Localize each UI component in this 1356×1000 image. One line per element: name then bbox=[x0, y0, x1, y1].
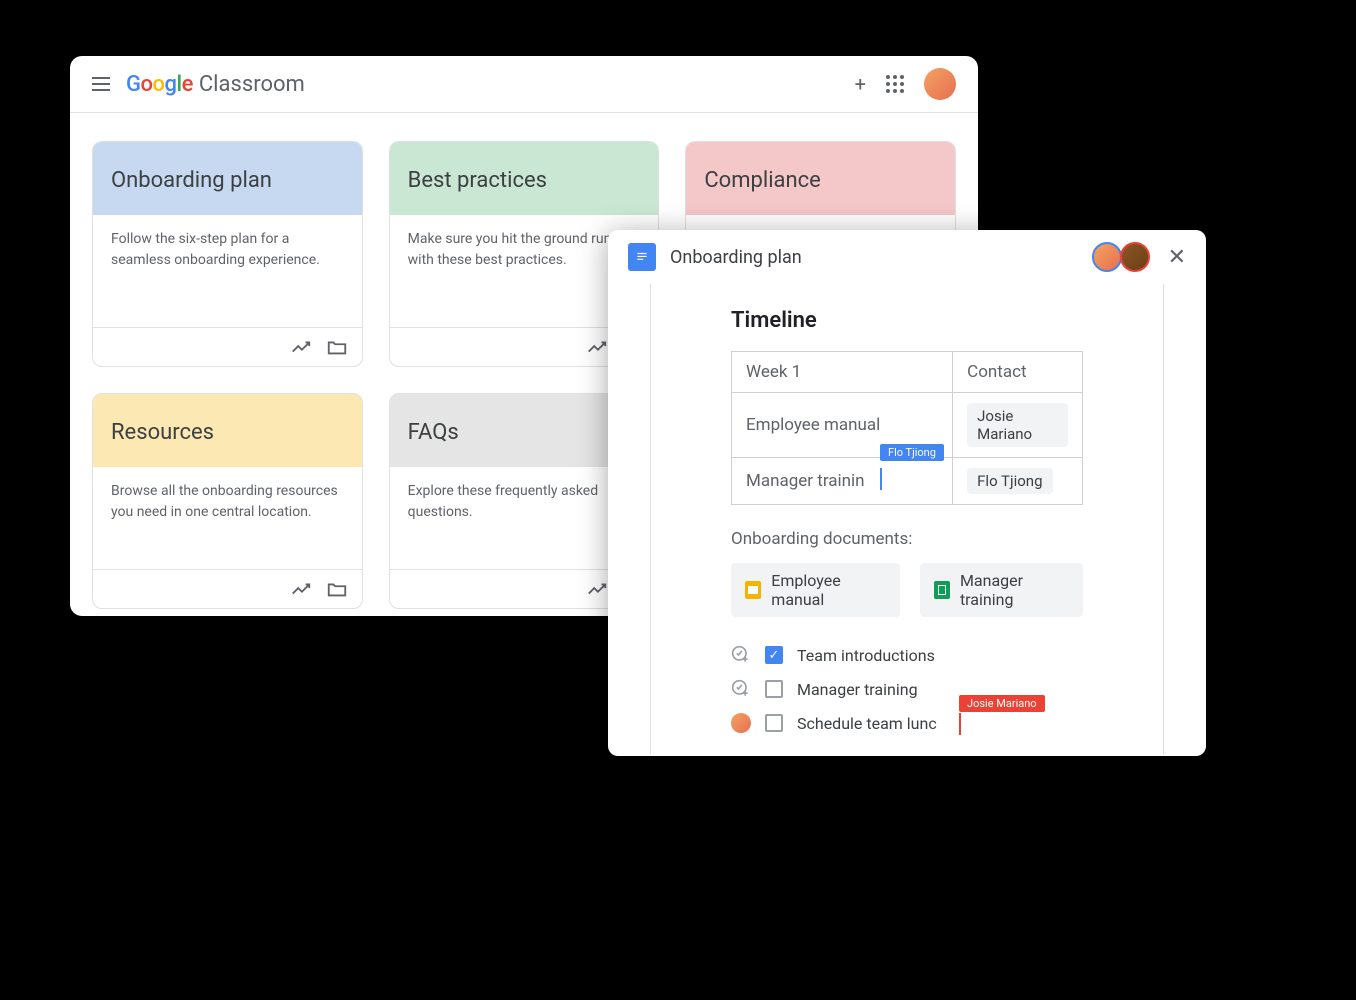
card-title: Onboarding plan bbox=[111, 168, 344, 193]
google-docs-icon bbox=[628, 243, 656, 271]
card-title: Resources bbox=[111, 420, 344, 445]
add-checklist-icon[interactable] bbox=[731, 679, 751, 699]
checklist-item: Schedule team lunc Josie Mariano bbox=[731, 713, 1083, 733]
table-cell[interactable]: Flo Tjiong bbox=[953, 458, 1083, 505]
card-title: Compliance bbox=[704, 168, 937, 193]
table-header-cell[interactable]: Contact bbox=[953, 352, 1083, 393]
card-header: Resources bbox=[93, 394, 362, 467]
collaborator-avatar[interactable] bbox=[1092, 242, 1122, 272]
collaborator-avatar[interactable] bbox=[1120, 242, 1150, 272]
docs-content[interactable]: Timeline Week 1 Contact Employee manual … bbox=[731, 284, 1083, 733]
card-footer bbox=[93, 569, 362, 608]
analytics-icon[interactable] bbox=[290, 336, 312, 358]
checklist: ✓ Team introductions Manager training Sc… bbox=[731, 645, 1083, 733]
folder-icon[interactable] bbox=[326, 578, 348, 600]
docs-header: Onboarding plan ✕ bbox=[608, 230, 1206, 284]
document-links: Employee manual Manager training bbox=[731, 563, 1083, 617]
checkbox-unchecked[interactable] bbox=[765, 714, 783, 732]
add-checklist-icon[interactable] bbox=[731, 645, 751, 665]
table-row: Week 1 Contact bbox=[732, 352, 1083, 393]
card-description: Browse all the onboarding resources you … bbox=[93, 467, 362, 569]
slides-icon bbox=[745, 581, 761, 599]
docs-body: Timeline Week 1 Contact Employee manual … bbox=[650, 284, 1164, 754]
checklist-label: Team introductions bbox=[797, 646, 935, 665]
card-title: FAQs bbox=[408, 420, 641, 445]
create-class-icon[interactable]: + bbox=[855, 72, 866, 96]
card-header: Onboarding plan bbox=[93, 142, 362, 215]
table-header-cell[interactable]: Week 1 bbox=[732, 352, 953, 393]
checkbox-unchecked[interactable] bbox=[765, 680, 783, 698]
linked-doc-sheets[interactable]: Manager training bbox=[920, 563, 1083, 617]
analytics-icon[interactable] bbox=[586, 336, 608, 358]
app-name: Classroom bbox=[199, 72, 305, 97]
linked-doc-slides[interactable]: Employee manual bbox=[731, 563, 900, 617]
checklist-item: ✓ Team introductions bbox=[731, 645, 1083, 665]
docs-title: Onboarding plan bbox=[670, 247, 802, 268]
folder-icon[interactable] bbox=[326, 336, 348, 358]
collaborator-cursor bbox=[880, 468, 882, 490]
sheets-icon bbox=[934, 581, 950, 599]
app-header: Google Classroom + bbox=[70, 56, 978, 113]
doc-heading: Timeline bbox=[731, 308, 1083, 333]
card-description: Follow the six-step plan for a seamless … bbox=[93, 215, 362, 327]
contact-chip[interactable]: Josie Mariano bbox=[967, 403, 1068, 447]
link-label: Manager training bbox=[960, 571, 1069, 609]
close-icon[interactable]: ✕ bbox=[1168, 245, 1186, 270]
card-header: Compliance bbox=[686, 142, 955, 215]
card-footer bbox=[93, 327, 362, 366]
table-row: Manager trainin Flo Tjiong Flo Tjiong bbox=[732, 458, 1083, 505]
section-label: Onboarding documents: bbox=[731, 529, 1083, 549]
checklist-label: Schedule team lunc bbox=[797, 714, 937, 733]
analytics-icon[interactable] bbox=[290, 578, 312, 600]
docs-popup-window: Onboarding plan ✕ Timeline Week 1 Contac… bbox=[608, 230, 1206, 756]
contact-chip[interactable]: Flo Tjiong bbox=[967, 468, 1052, 494]
class-card-resources[interactable]: Resources Browse all the onboarding reso… bbox=[92, 393, 363, 609]
user-avatar[interactable] bbox=[924, 68, 956, 100]
link-label: Employee manual bbox=[771, 571, 885, 609]
table-cell[interactable]: Manager trainin Flo Tjiong bbox=[732, 458, 953, 505]
timeline-table: Week 1 Contact Employee manual Josie Mar… bbox=[731, 351, 1083, 505]
checkbox-checked[interactable]: ✓ bbox=[765, 646, 783, 664]
collaborator-cursor-label: Josie Mariano bbox=[959, 695, 1045, 712]
card-header: Best practices bbox=[390, 142, 659, 215]
google-logo: Google bbox=[126, 72, 193, 97]
table-cell[interactable]: Josie Mariano bbox=[953, 393, 1083, 458]
google-apps-icon[interactable] bbox=[886, 75, 904, 93]
class-card-onboarding-plan[interactable]: Onboarding plan Follow the six-step plan… bbox=[92, 141, 363, 367]
collaborator-cursor-label: Flo Tjiong bbox=[880, 444, 944, 461]
author-avatar bbox=[731, 713, 751, 733]
analytics-icon[interactable] bbox=[586, 578, 608, 600]
checklist-label: Manager training bbox=[797, 680, 918, 699]
card-title: Best practices bbox=[408, 168, 641, 193]
app-logo[interactable]: Google Classroom bbox=[126, 72, 305, 97]
collaborator-cursor bbox=[959, 713, 961, 735]
menu-icon[interactable] bbox=[92, 77, 110, 91]
